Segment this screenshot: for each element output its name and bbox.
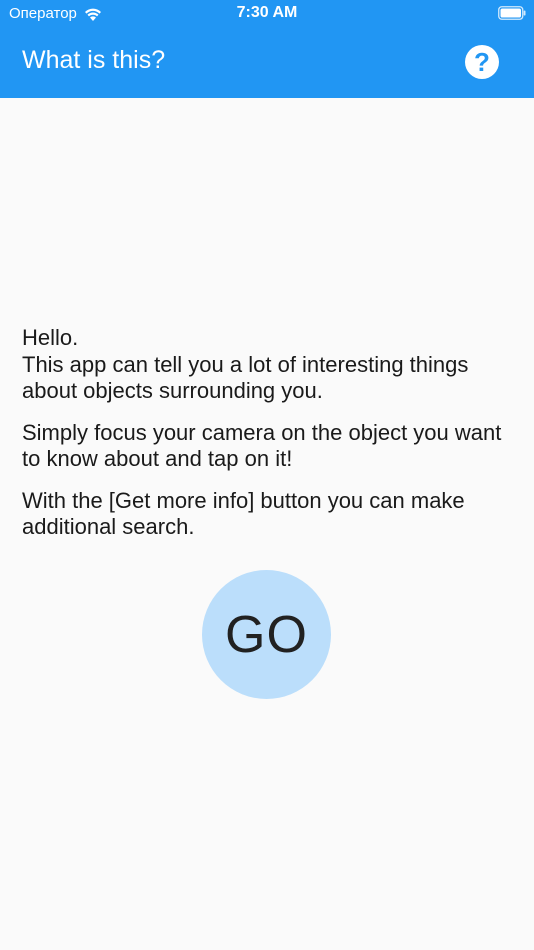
greeting-text: Hello. [22, 325, 79, 350]
go-button[interactable]: GO [202, 570, 331, 699]
status-time: 7:30 AM [236, 4, 298, 21]
intro-paragraph-3: With the [Get more info] button you can … [22, 487, 465, 540]
help-button[interactable]: ? [465, 45, 499, 79]
go-button-label: GO [225, 605, 308, 664]
status-bar: Оператор 7:30 AM [0, 0, 534, 28]
intro-text: Hello. This app can tell you a lot of in… [22, 325, 512, 556]
intro-paragraph-2: Simply focus your camera on the object y… [22, 419, 502, 472]
intro-description: This app can tell you a lot of interesti… [22, 351, 469, 404]
app-screen: Оператор 7:30 AM What is this? ? Hello. … [0, 0, 534, 950]
intro-paragraph-1: Hello. This app can tell you a lot of in… [22, 325, 512, 405]
page-title: What is this? [22, 46, 166, 74]
help-icon: ? [474, 47, 490, 77]
battery-icon [498, 6, 526, 20]
top-bar: Оператор 7:30 AM What is this? ? [0, 0, 534, 98]
